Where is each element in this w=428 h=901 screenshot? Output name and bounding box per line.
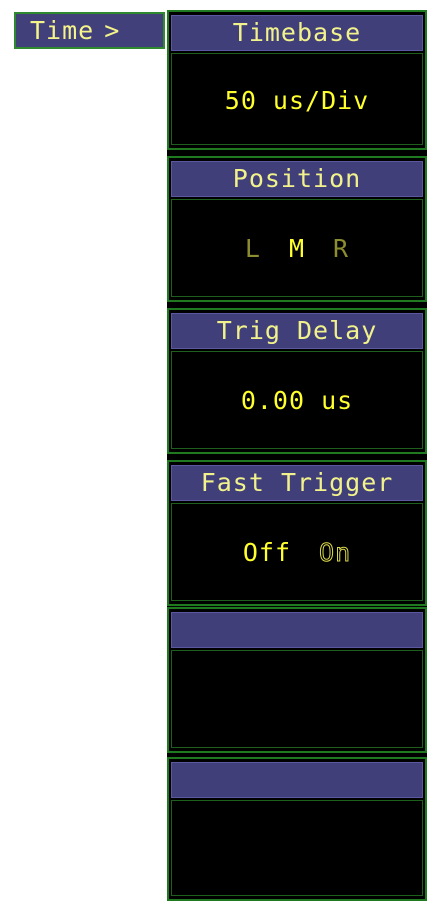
trig-delay-header: Trig Delay	[171, 313, 423, 349]
blank-6-header	[171, 762, 423, 798]
position-header: Position	[171, 161, 423, 197]
trig-delay-value: 0.00 us	[171, 351, 423, 449]
fast-trigger-options: Off On	[171, 503, 423, 601]
fast-trigger-header: Fast Trigger	[171, 465, 423, 501]
softkey-fast-trigger[interactable]: Fast Trigger Off On	[167, 460, 427, 606]
blank-5-header	[171, 612, 423, 648]
fast-trigger-option-on[interactable]: On	[319, 538, 351, 568]
softkey-blank-5[interactable]	[167, 607, 427, 753]
position-option-r[interactable]: R	[333, 234, 349, 263]
softkey-trig-delay[interactable]: Trig Delay 0.00 us	[167, 308, 427, 454]
fast-trigger-option-off[interactable]: Off	[243, 538, 291, 567]
timebase-header: Timebase	[171, 15, 423, 51]
softkey-timebase[interactable]: Timebase 50 us/Div	[167, 10, 427, 150]
position-options: LMR	[171, 199, 423, 297]
position-option-m[interactable]: M	[289, 234, 305, 263]
softkey-panel: Timebase 50 us/Div Position LMR Trig Del…	[167, 10, 427, 901]
position-option-l[interactable]: L	[245, 234, 261, 263]
softkey-position[interactable]: Position LMR	[167, 156, 427, 302]
timebase-value: 50 us/Div	[171, 53, 423, 145]
softkey-blank-6[interactable]	[167, 757, 427, 901]
time-menu-label: Time	[30, 16, 95, 45]
time-menu-button[interactable]: Time >	[14, 12, 165, 49]
blank-6-value	[171, 800, 423, 896]
blank-5-value	[171, 650, 423, 748]
chevron-right-icon: >	[104, 16, 121, 45]
